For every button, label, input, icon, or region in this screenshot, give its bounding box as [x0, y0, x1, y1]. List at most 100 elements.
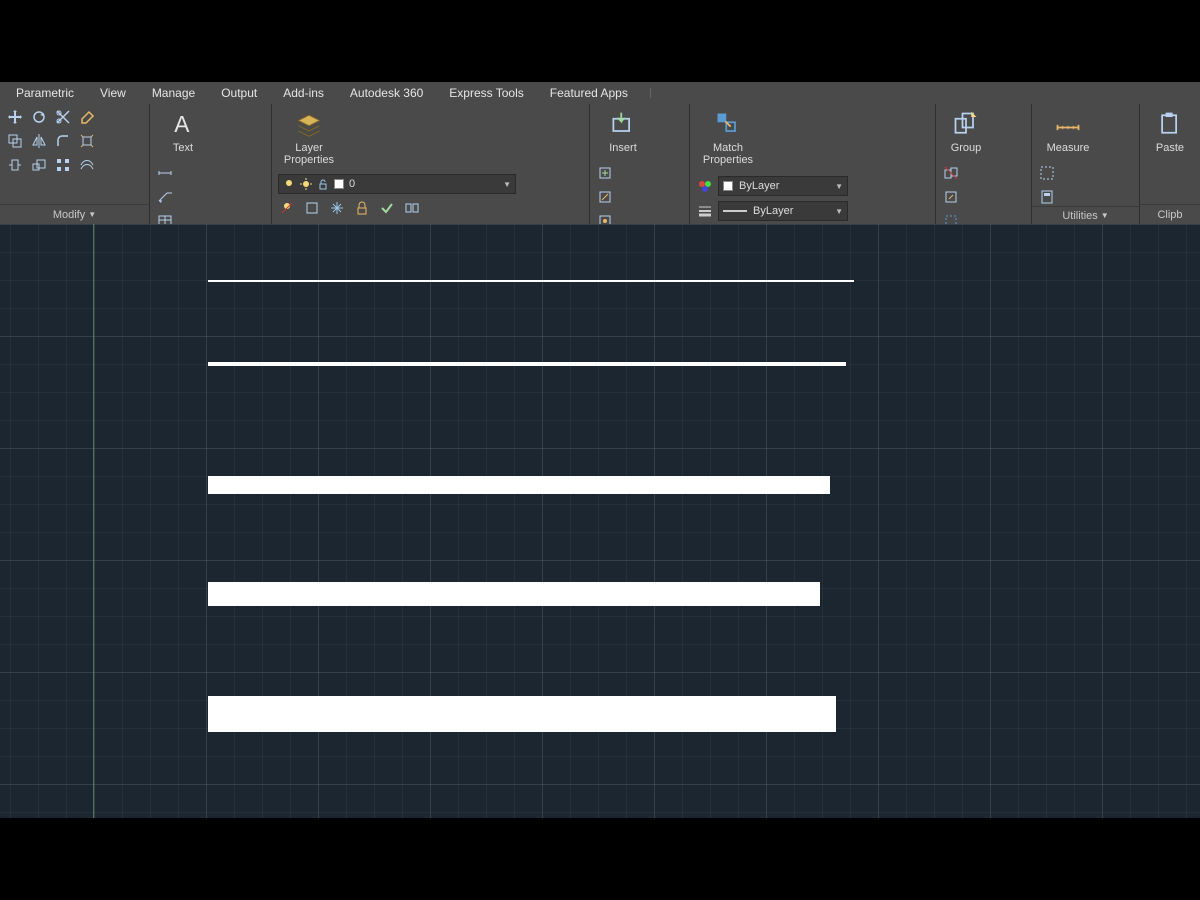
measure-icon	[1052, 108, 1084, 140]
lineweight-swatch	[723, 210, 747, 212]
panel-title-modify[interactable]: Modify▼	[0, 204, 149, 224]
ungroup-icon[interactable]	[942, 164, 960, 182]
insert-icon	[607, 108, 639, 140]
match-properties-button[interactable]: Match Properties	[696, 108, 760, 166]
modify-tools	[6, 108, 143, 176]
lineweight-icon[interactable]	[696, 202, 714, 220]
panel-block: Insert Block▼	[590, 104, 690, 224]
text-icon: A	[167, 108, 199, 140]
trim-icon[interactable]	[54, 108, 72, 126]
canvas-y-axis	[93, 224, 94, 818]
color-value: ByLayer	[739, 180, 779, 192]
tab-parametric[interactable]: Parametric	[4, 84, 86, 102]
rotate-icon[interactable]	[30, 108, 48, 126]
panel-title-utilities-label: Utilities	[1062, 210, 1097, 222]
paste-button-label: Paste	[1156, 142, 1184, 154]
tab-autodesk360[interactable]: Autodesk 360	[338, 84, 435, 102]
array-icon[interactable]	[54, 156, 72, 174]
move-icon[interactable]	[6, 108, 24, 126]
layer-properties-icon	[293, 108, 325, 140]
sun-icon	[300, 175, 312, 193]
tab-manage[interactable]: Manage	[140, 84, 207, 102]
panel-utilities: Measure Utilities ▼	[1032, 104, 1140, 224]
panel-clipboard: Paste Clipb	[1140, 104, 1200, 224]
color-combo[interactable]: ByLayer ▼	[718, 176, 848, 196]
quick-calc-icon[interactable]	[1038, 188, 1056, 206]
app-frame: Parametric View Manage Output Add-ins Au…	[0, 82, 1200, 818]
tabs-overflow-icon[interactable]	[650, 88, 672, 98]
drawn-line[interactable]	[208, 476, 830, 494]
group-button[interactable]: Group	[942, 108, 990, 154]
match-properties-icon	[712, 108, 744, 140]
layer-make-current-icon[interactable]	[378, 199, 396, 217]
group-icon	[950, 108, 982, 140]
explode-icon[interactable]	[78, 132, 96, 150]
erase-icon[interactable]	[78, 108, 96, 126]
insert-button[interactable]: Insert	[596, 108, 650, 154]
color-swatch	[723, 181, 733, 191]
panel-title-clipboard[interactable]: Clipb	[1140, 204, 1200, 224]
panel-layers: Layer Properties 0 ▼	[272, 104, 590, 224]
layer-freeze-icon[interactable]	[328, 199, 346, 217]
ribbon: Modify▼ A Text Annotation▼	[0, 104, 1200, 224]
chevron-down-icon: ▼	[835, 182, 843, 191]
drawn-line[interactable]	[208, 696, 836, 732]
scale-icon[interactable]	[30, 156, 48, 174]
offset-icon[interactable]	[78, 156, 96, 174]
measure-button-label: Measure	[1047, 142, 1090, 154]
insert-button-label: Insert	[609, 142, 637, 154]
tab-featured-apps[interactable]: Featured Apps	[538, 84, 640, 102]
layer-properties-button[interactable]: Layer Properties	[278, 108, 340, 166]
tab-express-tools[interactable]: Express Tools	[437, 84, 535, 102]
layer-properties-label: Layer Properties	[284, 142, 334, 166]
chevron-down-icon: ▼	[835, 207, 843, 216]
lineweight-combo[interactable]: ByLayer ▼	[718, 201, 848, 221]
text-button-label: Text	[173, 142, 193, 154]
current-layer-combo[interactable]: 0 ▼	[278, 174, 516, 194]
tab-output[interactable]: Output	[209, 84, 269, 102]
chevron-down-icon: ▼	[1101, 211, 1109, 220]
layer-isolate-icon[interactable]	[303, 199, 321, 217]
chevron-down-icon: ▼	[503, 180, 511, 189]
layer-lock-icon[interactable]	[353, 199, 371, 217]
tab-addins[interactable]: Add-ins	[271, 84, 336, 102]
svg-text:A: A	[174, 111, 190, 137]
select-all-icon[interactable]	[1038, 164, 1056, 182]
match-properties-label: Match Properties	[703, 142, 753, 166]
color-icon[interactable]	[696, 177, 714, 195]
paste-button[interactable]: Paste	[1146, 108, 1194, 154]
lineweight-value: ByLayer	[753, 205, 793, 217]
group-edit-icon[interactable]	[942, 188, 960, 206]
panel-annotation: A Text Annotation▼	[150, 104, 272, 224]
drawing-canvas[interactable]	[0, 224, 1200, 818]
stretch-icon[interactable]	[6, 156, 24, 174]
mirror-icon[interactable]	[30, 132, 48, 150]
ribbon-tabs: Parametric View Manage Output Add-ins Au…	[0, 82, 1200, 104]
drawn-line[interactable]	[208, 280, 854, 282]
dimension-icon[interactable]	[156, 164, 174, 182]
layer-color-swatch	[334, 179, 344, 189]
panel-title-utilities[interactable]: Utilities ▼	[1032, 206, 1139, 224]
drawn-line[interactable]	[208, 582, 820, 606]
group-button-label: Group	[951, 142, 982, 154]
panel-title-modify-label: Modify	[53, 209, 85, 221]
layer-match-icon[interactable]	[403, 199, 421, 217]
fillet-icon[interactable]	[54, 132, 72, 150]
lightbulb-icon	[283, 175, 295, 193]
lock-open-icon	[317, 175, 329, 193]
panel-title-clipboard-label: Clipb	[1157, 209, 1182, 221]
leader-icon[interactable]	[156, 188, 174, 206]
panel-groups: Group Groups▼	[936, 104, 1032, 224]
tab-view[interactable]: View	[88, 84, 138, 102]
create-block-icon[interactable]	[596, 164, 614, 182]
measure-button[interactable]: Measure	[1038, 108, 1098, 154]
copy-icon[interactable]	[6, 132, 24, 150]
current-layer-name: 0	[349, 178, 355, 190]
panel-properties: Match Properties ByLayer ▼ ByLayer ▼ ByLay…	[690, 104, 936, 224]
edit-block-icon[interactable]	[596, 188, 614, 206]
text-button[interactable]: A Text	[156, 108, 210, 154]
layer-off-icon[interactable]	[278, 199, 296, 217]
paste-icon	[1154, 108, 1186, 140]
drawn-line[interactable]	[208, 362, 846, 366]
chevron-down-icon: ▼	[88, 210, 96, 219]
